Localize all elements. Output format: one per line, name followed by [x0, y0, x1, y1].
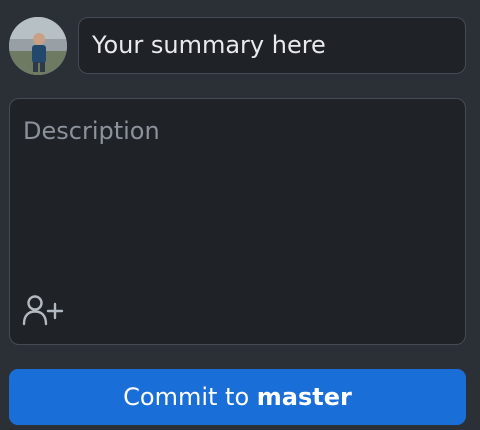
commit-button-prefix: Commit to: [123, 383, 257, 411]
summary-placeholder: Your summary here: [92, 31, 326, 59]
commit-button[interactable]: Commit to master: [9, 369, 466, 425]
avatar: [9, 17, 67, 75]
summary-input[interactable]: Your summary here: [78, 17, 466, 74]
commit-branch-name: master: [256, 383, 352, 411]
description-textarea[interactable]: Description: [9, 98, 466, 345]
add-coauthor-icon[interactable]: [22, 294, 66, 326]
description-placeholder: Description: [23, 117, 160, 145]
